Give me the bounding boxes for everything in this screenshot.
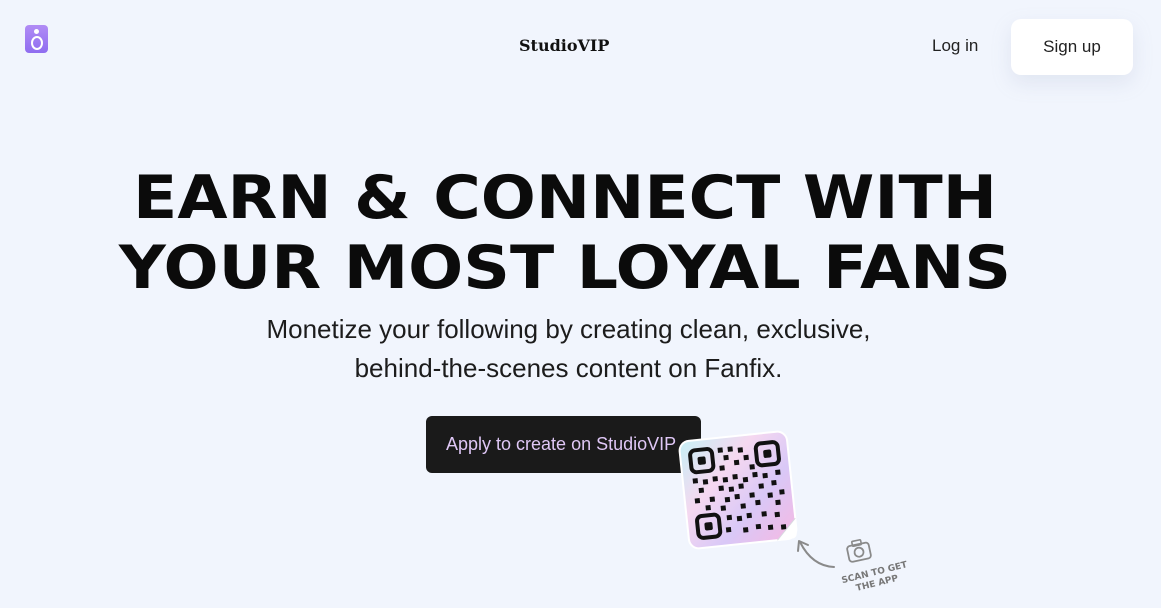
subtitle-line-1: Monetize your following by creating clea…	[266, 314, 871, 344]
curved-arrow-icon	[797, 540, 835, 568]
logo-icon[interactable]	[25, 25, 48, 53]
qr-code-icon	[678, 430, 798, 550]
brand-name[interactable]: StudioVIP	[519, 36, 609, 55]
apply-button[interactable]: Apply to create on StudioVIP	[426, 416, 701, 473]
subtitle-line-2: behind-the-scenes content on Fanfix.	[354, 353, 783, 383]
headline-line-1: EARN & CONNECT WITH	[133, 163, 997, 233]
signup-button[interactable]: Sign up	[1011, 19, 1133, 75]
hero-subtitle: Monetize your following by creating clea…	[0, 310, 1137, 388]
logo-ring	[31, 36, 43, 50]
headline-line-2: YOUR MOST LOYAL FANS	[118, 233, 1012, 303]
login-link[interactable]: Log in	[932, 36, 978, 56]
hero-headline: EARN & CONNECT WITH YOUR MOST LOYAL FANS	[0, 163, 1161, 303]
logo-dot	[34, 29, 39, 34]
camera-icon	[846, 539, 872, 563]
